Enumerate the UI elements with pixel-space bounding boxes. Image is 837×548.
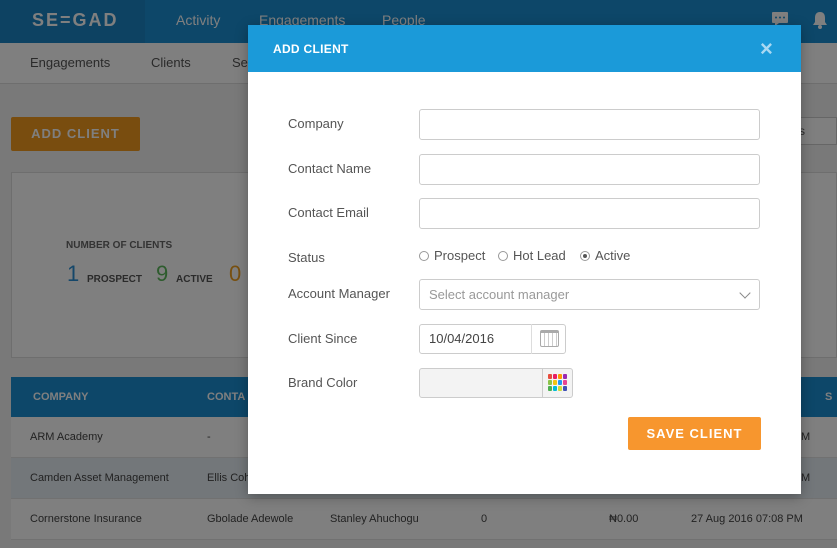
color-picker-button[interactable] <box>542 368 573 398</box>
status-active-label: Active <box>595 248 631 263</box>
account-manager-select[interactable]: Select account manager <box>419 279 760 310</box>
client-since-value: 10/04/2016 <box>429 331 495 346</box>
contact-name-label: Contact Name <box>288 161 372 176</box>
company-input[interactable] <box>419 109 760 140</box>
save-client-button[interactable]: SAVE CLIENT <box>628 417 761 450</box>
contact-name-input[interactable] <box>419 154 760 185</box>
account-manager-label: Account Manager <box>288 286 390 301</box>
company-label: Company <box>288 116 344 131</box>
date-picker-button[interactable] <box>531 324 566 354</box>
status-prospect-radio[interactable]: Prospect <box>419 248 485 263</box>
modal-header: ADD CLIENT × <box>248 25 801 72</box>
radio-unchecked-icon <box>498 250 508 261</box>
status-prospect-label: Prospect <box>434 248 486 263</box>
status-hotlead-label: Hot Lead <box>513 248 566 263</box>
account-manager-placeholder: Select account manager <box>429 287 570 302</box>
color-palette-icon <box>548 374 569 393</box>
calendar-icon <box>540 330 559 347</box>
client-since-label: Client Since <box>288 331 358 346</box>
add-client-modal: ADD CLIENT × Company Contact Name Contac… <box>248 25 801 494</box>
radio-unchecked-icon <box>419 250 429 261</box>
radio-checked-icon <box>580 250 590 261</box>
status-active-radio[interactable]: Active <box>580 248 630 263</box>
status-label: Status <box>288 250 325 265</box>
contact-email-input[interactable] <box>419 198 760 229</box>
chevron-down-icon <box>739 287 751 299</box>
close-icon[interactable]: × <box>760 36 773 62</box>
brand-color-label: Brand Color <box>288 375 358 390</box>
status-hotlead-radio[interactable]: Hot Lead <box>498 248 566 263</box>
modal-title: ADD CLIENT <box>273 42 349 56</box>
contact-email-label: Contact Email <box>288 205 369 220</box>
